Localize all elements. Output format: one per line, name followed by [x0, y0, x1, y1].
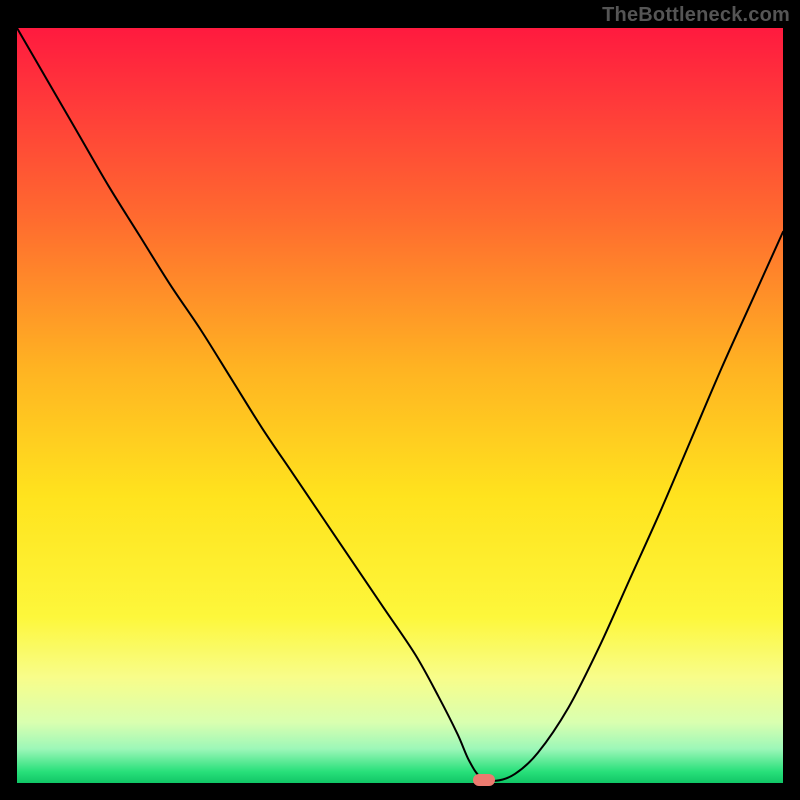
- optimal-point-marker: [473, 774, 495, 786]
- watermark-text: TheBottleneck.com: [602, 4, 790, 27]
- plot-area: [17, 28, 783, 783]
- bottleneck-curve: [17, 28, 783, 783]
- chart-frame: TheBottleneck.com: [0, 0, 800, 800]
